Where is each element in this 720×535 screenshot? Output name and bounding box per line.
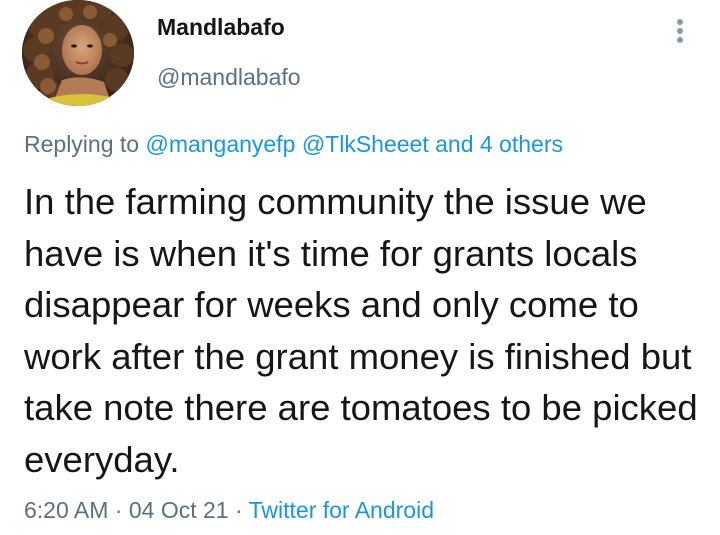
tweet-date[interactable]: 04 Oct 21	[129, 497, 229, 523]
tweet-card: Mandlabafo @mandlabafo Replying to @mang…	[0, 0, 720, 535]
replying-to-label: Replying to	[24, 131, 140, 157]
mention-link[interactable]: @manganyefp	[145, 131, 295, 157]
mention-link[interactable]: @TlkSheeet	[302, 131, 429, 157]
meta-separator: ·	[114, 497, 123, 523]
user-handle[interactable]: @mandlabafo	[157, 64, 301, 91]
avatar[interactable]	[22, 0, 134, 106]
others-link[interactable]: 4 others	[480, 131, 563, 157]
tweet-meta: 6:20 AM · 04 Oct 21 · Twitter for Androi…	[24, 497, 434, 524]
tweet-source-link[interactable]: Twitter for Android	[249, 497, 434, 523]
display-name[interactable]: Mandlabafo	[157, 14, 285, 41]
meta-separator: ·	[234, 497, 243, 523]
replying-to: Replying to @manganyefp @TlkSheeet and 4…	[24, 131, 563, 158]
tweet-time[interactable]: 6:20 AM	[24, 497, 108, 523]
profile-photo-icon	[22, 0, 134, 106]
and-word[interactable]: and	[435, 131, 473, 157]
more-vertical-icon	[677, 19, 683, 43]
more-options-button[interactable]	[666, 14, 694, 48]
tweet-text: In the farming community the issue we ha…	[24, 181, 698, 480]
